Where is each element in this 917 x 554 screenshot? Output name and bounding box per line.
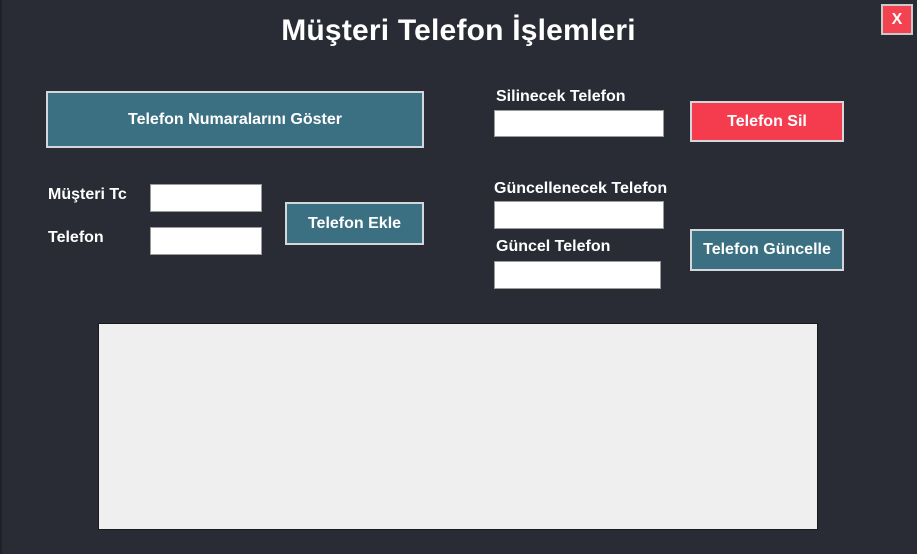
new-phone-input[interactable] xyxy=(494,261,661,289)
page-title: Müşteri Telefon İşlemleri xyxy=(281,14,636,47)
main-window: Müşteri Telefon İşlemleri X Telefon Numa… xyxy=(0,0,917,554)
customer-tc-input[interactable] xyxy=(150,184,262,212)
delete-phone-label: Silinecek Telefon xyxy=(496,88,626,105)
delete-phone-button[interactable]: Telefon Sil xyxy=(690,101,844,142)
old-phone-input[interactable] xyxy=(494,201,664,229)
show-phone-numbers-button[interactable]: Telefon Numaralarını Göster xyxy=(46,91,424,148)
customer-tc-label: Müşteri Tc xyxy=(48,186,127,203)
close-button[interactable]: X xyxy=(881,4,913,35)
phone-input[interactable] xyxy=(150,227,262,255)
window-left-edge xyxy=(0,0,2,554)
delete-phone-input[interactable] xyxy=(494,110,664,137)
update-phone-button[interactable]: Telefon Güncelle xyxy=(690,229,844,271)
new-phone-label: Güncel Telefon xyxy=(496,238,611,255)
old-phone-label: Güncellenecek Telefon xyxy=(494,180,668,197)
phone-label: Telefon xyxy=(48,229,104,246)
phone-numbers-grid[interactable] xyxy=(98,323,818,530)
add-phone-button[interactable]: Telefon Ekle xyxy=(285,202,424,245)
